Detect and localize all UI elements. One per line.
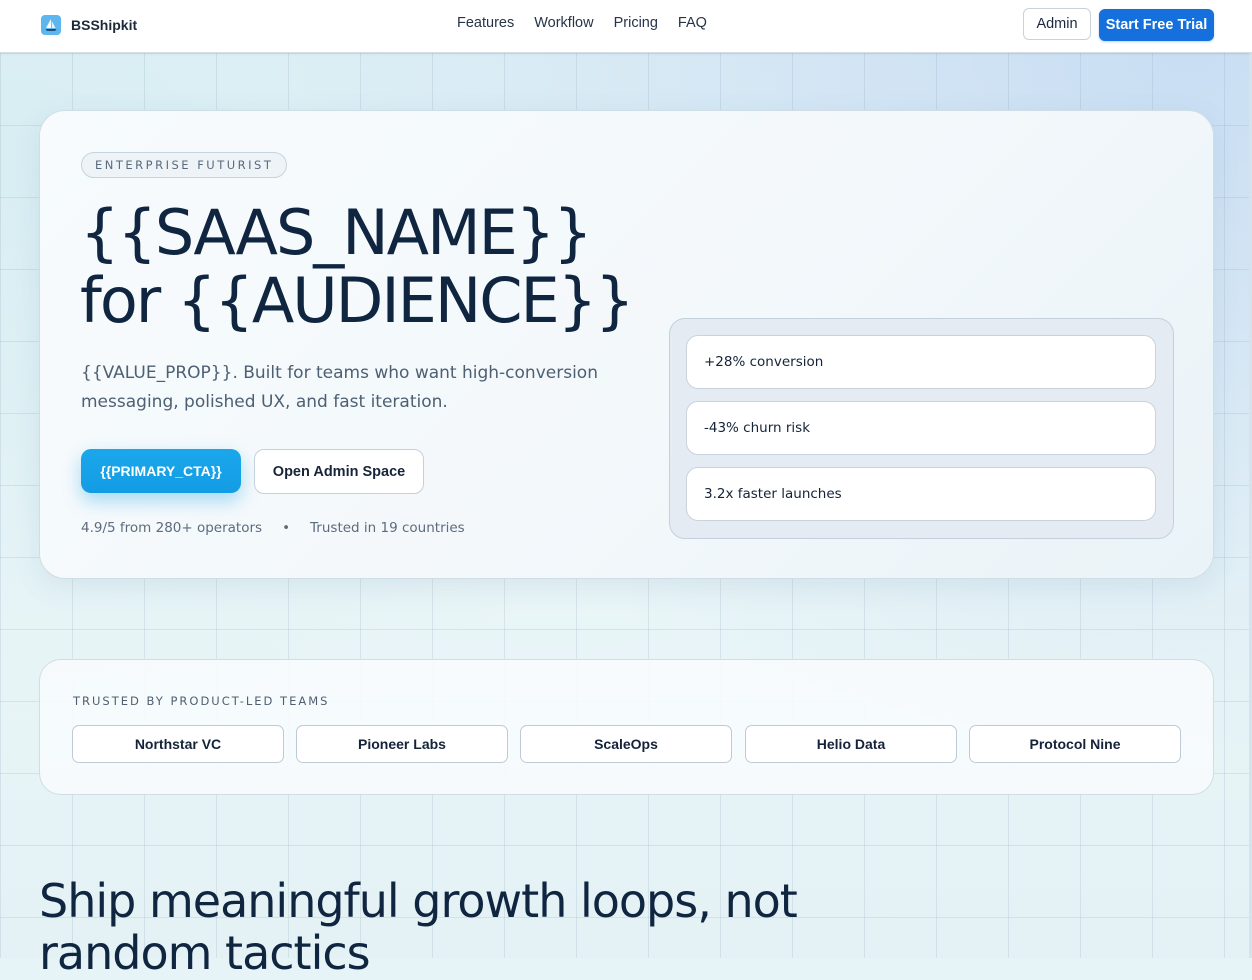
top-navbar: BSShipkit Features Workflow Pricing FAQ … — [0, 0, 1252, 53]
trusted-by-label: TRUSTED BY PRODUCT-LED TEAMS — [73, 694, 330, 708]
brand-name: BSShipkit — [71, 17, 138, 33]
rating-text: 4.9/5 from 280+ operators — [81, 520, 263, 536]
hero-title-line-1: {{SAAS_NAME}} — [80, 196, 593, 269]
metrics-panel: +28% conversion -43% churn risk 3.2x fas… — [669, 318, 1174, 539]
hero-subtitle: {{VALUE_PROP}}. Built for teams who want… — [81, 363, 598, 412]
hero-card: ENTERPRISE FUTURIST {{SAAS_NAME}} for {{… — [39, 110, 1214, 579]
section-title: Ship meaningful growth loops, not random… — [39, 874, 798, 980]
admin-button[interactable]: Admin — [1023, 8, 1091, 40]
sailboat-icon — [41, 15, 61, 35]
logo-protocol-nine: Protocol Nine — [969, 725, 1181, 763]
hero-title: {{SAAS_NAME}} for {{AUDIENCE}} — [80, 199, 640, 335]
logo-pioneer-labs: Pioneer Labs — [296, 725, 508, 763]
primary-cta-button[interactable]: {{PRIMARY_CTA}} — [81, 449, 241, 493]
eyebrow-badge: ENTERPRISE FUTURIST — [81, 152, 288, 178]
nav-features[interactable]: Features — [457, 15, 514, 31]
open-admin-space-button[interactable]: Open Admin Space — [254, 449, 424, 494]
start-free-trial-button[interactable]: Start Free Trial — [1099, 9, 1214, 41]
metric-conversion: +28% conversion — [686, 335, 1156, 389]
nav-faq[interactable]: FAQ — [678, 15, 707, 31]
logo-northstar-vc: Northstar VC — [72, 725, 284, 763]
hero-title-line-2: for {{AUDIENCE}} — [80, 264, 635, 337]
brand-logo[interactable]: BSShipkit — [41, 14, 137, 36]
metric-churn: -43% churn risk — [686, 401, 1156, 455]
separator-dot: • — [282, 520, 291, 536]
countries-text: Trusted in 19 countries — [310, 520, 465, 536]
nav-workflow[interactable]: Workflow — [534, 15, 593, 31]
trusted-by-card: TRUSTED BY PRODUCT-LED TEAMS Northstar V… — [39, 659, 1214, 795]
logo-helio-data: Helio Data — [745, 725, 957, 763]
metric-launches: 3.2x faster launches — [686, 467, 1156, 521]
social-proof: 4.9/5 from 280+ operators • Trusted in 1… — [81, 520, 465, 536]
nav-pricing[interactable]: Pricing — [614, 15, 658, 31]
main-nav: Features Workflow Pricing FAQ — [457, 15, 707, 31]
logo-scaleops: ScaleOps — [520, 725, 732, 763]
